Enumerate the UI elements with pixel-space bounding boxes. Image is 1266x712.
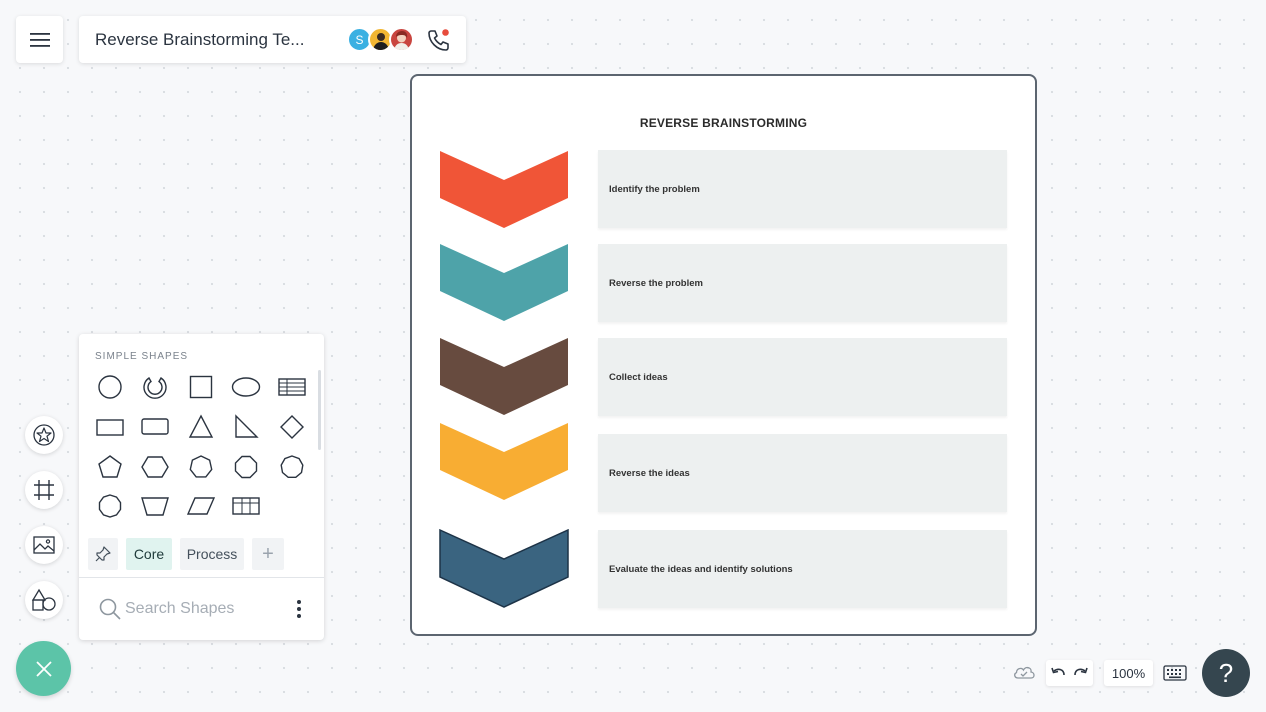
parallelogram-shape[interactable] xyxy=(184,489,218,523)
step-box[interactable]: Reverse the problem xyxy=(598,244,1007,322)
frame-tool-button[interactable] xyxy=(25,471,63,509)
step-label: Reverse the ideas xyxy=(609,467,690,479)
diagram-title[interactable]: REVERSE BRAINSTORMING xyxy=(412,116,1035,130)
triangle-shape[interactable] xyxy=(184,410,218,444)
step-box[interactable]: Reverse the ideas xyxy=(598,434,1007,512)
diamond-shape[interactable] xyxy=(275,410,309,444)
avatar[interactable] xyxy=(389,27,414,52)
close-icon xyxy=(35,660,52,677)
chevron-shape[interactable] xyxy=(439,422,569,502)
shapes-panel: SIMPLE SHAPES Core Process + xyxy=(79,334,324,640)
square-shape[interactable] xyxy=(184,370,218,404)
right-triangle-shape[interactable] xyxy=(229,410,263,444)
heptagon-shape[interactable] xyxy=(184,450,218,484)
close-panel-button[interactable] xyxy=(16,641,71,696)
step-label: Collect ideas xyxy=(609,371,668,383)
hexagon-shape[interactable] xyxy=(138,450,172,484)
chevron-shape[interactable] xyxy=(439,337,569,417)
hamburger-icon xyxy=(29,32,50,47)
chevron-shape[interactable] xyxy=(439,150,569,230)
table-grid-shape[interactable] xyxy=(229,489,263,523)
document-title-bar: Reverse Brainstorming Te... S xyxy=(79,16,466,63)
nonagon-shape[interactable] xyxy=(275,450,309,484)
step-label: Reverse the problem xyxy=(609,277,703,289)
divider xyxy=(79,577,324,578)
rectangle-shape[interactable] xyxy=(93,410,127,444)
collaborator-avatars: S xyxy=(347,27,414,52)
menu-button[interactable] xyxy=(16,16,63,63)
chevron-shape[interactable] xyxy=(439,529,569,609)
pentagon-shape[interactable] xyxy=(93,450,127,484)
pin-library-button[interactable] xyxy=(88,538,118,570)
undo-redo-group xyxy=(1046,660,1093,686)
step-box[interactable]: Collect ideas xyxy=(598,338,1007,416)
pin-icon xyxy=(95,546,111,562)
more-options-icon[interactable] xyxy=(291,598,307,620)
octagon-shape[interactable] xyxy=(229,450,263,484)
image-tool-button[interactable] xyxy=(25,526,63,564)
table-lines-shape[interactable] xyxy=(275,370,309,404)
panel-scrollbar[interactable] xyxy=(318,370,321,450)
rounded-rectangle-shape[interactable] xyxy=(138,410,172,444)
step-box[interactable]: Evaluate the ideas and identify solution… xyxy=(598,530,1007,608)
frame-icon xyxy=(34,480,54,500)
step-label: Evaluate the ideas and identify solution… xyxy=(609,563,793,575)
templates-button[interactable] xyxy=(25,416,63,454)
step-box[interactable]: Identify the problem xyxy=(598,150,1007,228)
search-shapes-input[interactable] xyxy=(125,596,275,622)
trapezoid-shape[interactable] xyxy=(138,489,172,523)
step-label: Identify the problem xyxy=(609,183,700,195)
keyboard-icon[interactable] xyxy=(1163,664,1187,682)
undo-icon[interactable] xyxy=(1050,666,1066,680)
add-library-button[interactable]: + xyxy=(252,538,284,570)
shapes-category-heading: SIMPLE SHAPES xyxy=(95,351,189,362)
decagon-shape[interactable] xyxy=(93,489,127,523)
zoom-level[interactable]: 100% xyxy=(1104,660,1153,686)
help-button[interactable]: ? xyxy=(1202,649,1250,697)
diagram-frame[interactable]: REVERSE BRAINSTORMING Identify the probl… xyxy=(410,74,1037,636)
redo-icon[interactable] xyxy=(1073,666,1089,680)
phone-call-icon[interactable] xyxy=(425,27,451,53)
tab-process[interactable]: Process xyxy=(180,538,244,570)
ellipse-shape[interactable] xyxy=(229,370,263,404)
chevron-shape[interactable] xyxy=(439,243,569,323)
cloud-sync-icon xyxy=(1014,666,1035,679)
star-circle-icon xyxy=(33,424,55,446)
image-icon xyxy=(33,536,55,554)
partial-circle-shape[interactable] xyxy=(138,370,172,404)
document-title[interactable]: Reverse Brainstorming Te... xyxy=(95,30,335,50)
circle-shape[interactable] xyxy=(93,370,127,404)
shapes-icon xyxy=(31,588,56,611)
shapes-tool-button[interactable] xyxy=(25,581,63,619)
tab-core[interactable]: Core xyxy=(126,538,172,570)
search-icon xyxy=(99,598,121,620)
